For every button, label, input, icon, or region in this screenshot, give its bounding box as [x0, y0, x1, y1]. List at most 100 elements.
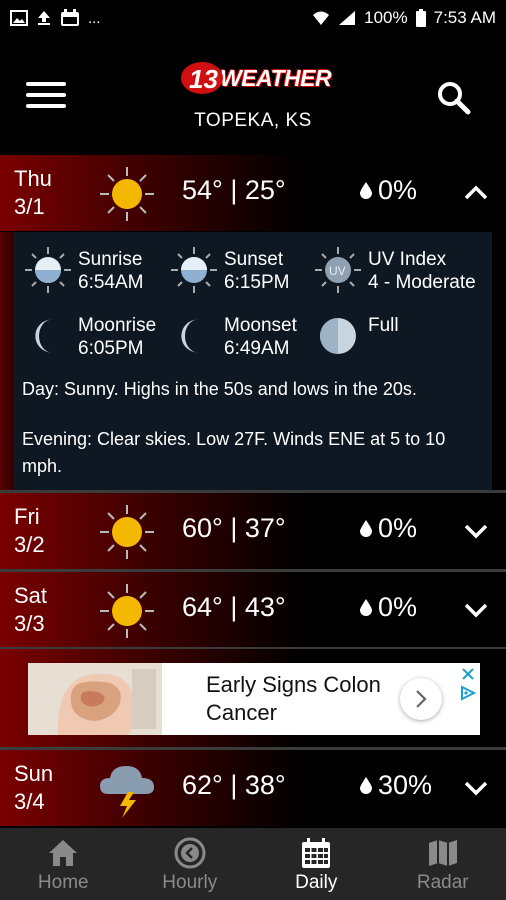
- sunset-label: Sunset: [224, 249, 284, 270]
- image-icon: [10, 10, 28, 26]
- logo-badge: 13: [180, 58, 224, 98]
- day-detail-panel: Sunrise 6:54AM Sunset 6:15PM UV UV Index…: [0, 232, 506, 490]
- nav-radar[interactable]: Radar: [380, 828, 506, 900]
- nav-label: Home: [37, 872, 89, 893]
- day-label: Fri: [14, 504, 40, 529]
- day-name: Fri 3/2: [14, 503, 45, 559]
- clock-time: 7:53 AM: [433, 8, 496, 27]
- sunny-icon: [100, 167, 154, 221]
- sunrise-label: Sunrise: [78, 249, 143, 270]
- calendar-icon: [302, 838, 331, 868]
- sunrise-info: Sunrise 6:54AM: [24, 246, 143, 294]
- day-label: Sun: [14, 761, 54, 786]
- date-label: 3/4: [14, 789, 45, 814]
- ad-choices[interactable]: [458, 665, 478, 705]
- precip-value: 0%: [378, 513, 418, 543]
- day-row-sun[interactable]: Sun 3/4 62° | 38° 30%: [0, 750, 506, 826]
- logo-number: 13: [189, 64, 218, 94]
- ad-illustration-icon: [28, 663, 162, 735]
- battery-icon: [415, 9, 426, 27]
- precip-value: 30%: [378, 770, 433, 800]
- chevron-down-icon[interactable]: [462, 596, 490, 624]
- menu-line-icon: [26, 104, 66, 108]
- uv-index-info: UV UV Index 4 - Moderate: [314, 246, 476, 294]
- raindrop-icon: [360, 182, 372, 199]
- nav-hourly[interactable]: Hourly: [127, 828, 254, 900]
- day-row-sat[interactable]: Sat 3/3 64° | 43° 0%: [0, 572, 506, 648]
- date-label: 3/3: [14, 611, 45, 636]
- nav-home[interactable]: Home: [0, 828, 127, 900]
- location-label[interactable]: TOPEKA, KS: [0, 110, 506, 132]
- day-name: Sun 3/4: [14, 760, 53, 816]
- moonrise-time: 6:05PM: [78, 338, 144, 359]
- nav-label: Hourly: [162, 872, 218, 893]
- moonrise-label: Moonrise: [78, 315, 157, 336]
- raindrop-icon: [360, 777, 372, 794]
- precipitation: 30%: [360, 770, 432, 801]
- temperature-high-low: 62° | 38°: [182, 770, 286, 800]
- moonset-label: Moonset: [224, 315, 297, 336]
- app-header: 13 WEATHER TOPEKA, KS: [0, 36, 506, 154]
- sunset-info: Sunset 6:15PM: [170, 246, 289, 294]
- home-icon: [49, 840, 78, 866]
- ad-title: Early Signs Colon Cancer: [206, 672, 381, 725]
- sunrise-time: 6:54AM: [78, 272, 144, 293]
- uv-index-icon: UV: [315, 247, 361, 293]
- temperature-high-low: 64° | 43°: [182, 592, 286, 622]
- chevron-down-icon[interactable]: [462, 774, 490, 802]
- moonset-icon: [181, 319, 198, 353]
- day-label: Thu: [14, 166, 52, 191]
- logo-badge-icon: 13: [181, 62, 223, 94]
- day-name: Sat 3/3: [14, 582, 47, 638]
- thunderstorm-icon: [100, 766, 154, 818]
- chevron-up-icon[interactable]: [462, 179, 490, 207]
- moonset-time: 6:49AM: [224, 338, 290, 359]
- chevron-right-icon: [416, 690, 427, 708]
- hamburger-menu-button[interactable]: [26, 82, 66, 112]
- day-forecast-text: Day: Sunny. Highs in the 50s and lows in…: [22, 379, 417, 399]
- evening-forecast-text: Evening: Clear skies. Low 27F. Winds ENE…: [22, 429, 446, 476]
- ad-banner[interactable]: Early Signs Colon Cancer: [28, 663, 480, 735]
- day-row-fri[interactable]: Fri 3/2 60° | 37° 0%: [0, 493, 506, 569]
- status-bar: ... 100% 7:53 AM: [0, 0, 506, 36]
- temperature-high-low: 54° | 25°: [182, 175, 286, 205]
- nav-label: Radar: [416, 872, 469, 893]
- more-dots-icon: ...: [88, 9, 101, 27]
- 13-weather-logo: 13 WEATHER: [180, 58, 332, 98]
- detail-content: Sunrise 6:54AM Sunset 6:15PM UV UV Index…: [14, 232, 492, 490]
- ad-open-button[interactable]: [400, 678, 442, 720]
- clock-icon: [174, 837, 206, 869]
- day-row-thu[interactable]: Thu 3/1 54° | 25° 0%: [0, 155, 506, 231]
- precipitation: 0%: [360, 513, 417, 544]
- moonrise-icon: [35, 319, 52, 353]
- calendar-icon: [61, 9, 79, 26]
- sunny-icon: [100, 505, 154, 559]
- ad-row: Early Signs Colon Cancer: [0, 649, 506, 747]
- moonset-info: Moonset 6:49AM: [174, 312, 297, 360]
- nav-label: Daily: [295, 872, 338, 893]
- menu-line-icon: [26, 93, 66, 97]
- sunny-icon: [100, 584, 154, 638]
- day-name: Thu 3/1: [14, 165, 52, 221]
- sunrise-icon: [25, 247, 71, 293]
- chevron-down-icon[interactable]: [462, 517, 490, 545]
- search-icon: [438, 82, 471, 115]
- sunset-time: 6:15PM: [224, 272, 290, 293]
- menu-line-icon: [26, 82, 66, 86]
- moonrise-info: Moonrise 6:05PM: [28, 312, 156, 360]
- uv-label: UV Index: [368, 249, 447, 270]
- ad-image: [28, 663, 162, 735]
- nav-daily[interactable]: Daily: [253, 828, 380, 900]
- temperature-high-low: 60° | 37°: [182, 513, 286, 543]
- raindrop-icon: [360, 520, 372, 537]
- raindrop-icon: [360, 599, 372, 616]
- date-label: 3/1: [14, 194, 45, 219]
- map-icon: [428, 840, 457, 866]
- date-label: 3/2: [14, 532, 45, 557]
- battery-percent: 100%: [364, 8, 408, 27]
- moon-phase-info: Full: [314, 312, 399, 360]
- logo-text: WEATHER: [220, 64, 332, 91]
- precip-value: 0%: [378, 175, 418, 205]
- uv-badge-text: UV: [329, 264, 346, 278]
- search-button[interactable]: [436, 80, 472, 116]
